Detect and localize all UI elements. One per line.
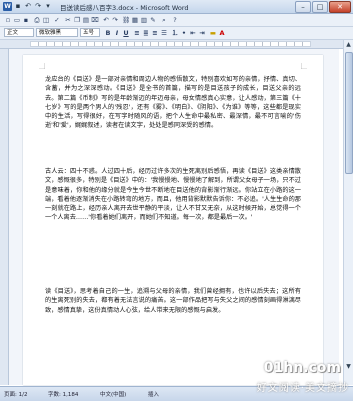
font-select[interactable]: 微软雅黑 <box>36 28 78 37</box>
bold-icon[interactable]: B <box>104 29 112 37</box>
bullets-icon[interactable]: • <box>180 29 188 37</box>
page-indicator[interactable]: 页面: 1/2 <box>4 390 27 398</box>
paragraph-3[interactable]: 读《目送》，思考着自己的一生，追溯与父母的亲情，我们曾经拥有，也许以后失去；这所… <box>45 287 301 315</box>
site-watermark: 01hn.com <box>263 360 341 376</box>
quick-access-toolbar: ▪ ↶ ↷ ▾ <box>14 2 52 10</box>
word-app-icon[interactable]: W <box>3 2 12 11</box>
align-right-icon[interactable]: ≡ <box>151 29 159 37</box>
document-page[interactable]: 龙应台的《目送》是一部对亲情和周边人物的感悟散文，特别喜欢如写的亲情，抒情、真切… <box>23 55 323 385</box>
margin-corner-mark <box>301 63 307 69</box>
numbering-icon[interactable]: ⒈ <box>171 29 179 37</box>
print-preview-icon[interactable]: ◫ <box>42 16 50 24</box>
horizontal-ruler[interactable] <box>0 40 353 49</box>
standard-toolbar: ▫ ▭ ▪ ⎙ ◫ ✓ ✂ ❐ ▤ ⌧ ↶ ↷ ⛓ ▦ ▥ ✎ ⌕ ? <box>0 14 353 27</box>
word-count[interactable]: 字数: 1,184 <box>48 390 78 398</box>
table-icon[interactable]: ▦ <box>131 16 139 24</box>
scroll-thumb[interactable] <box>345 52 353 174</box>
format-painter-icon[interactable]: ⌧ <box>91 16 99 24</box>
print-icon[interactable]: ⎙ <box>33 16 41 24</box>
margin-corner-mark <box>39 63 45 69</box>
tagline-watermark: 好文阅读·美文摘抄 <box>256 383 349 394</box>
undo-icon[interactable]: ↶ <box>24 2 32 10</box>
ruler-text-area <box>30 41 311 47</box>
italic-icon[interactable]: I <box>113 29 121 37</box>
font-size-select[interactable]: 五号 <box>80 28 100 37</box>
style-select[interactable]: 正文 <box>4 28 34 37</box>
copy-icon[interactable]: ❐ <box>73 16 81 24</box>
customize-qat-icon[interactable]: ▾ <box>44 2 52 10</box>
vertical-scrollbar[interactable]: ▲ ▼ <box>343 40 353 385</box>
insert-mode-indicator[interactable]: 插入 <box>148 390 159 398</box>
underline-icon[interactable]: U <box>122 29 130 37</box>
save-icon[interactable]: ▪ <box>14 2 22 10</box>
language-indicator[interactable]: 中文(中国) <box>100 390 126 398</box>
zoom-icon[interactable]: ⌕ <box>160 16 168 24</box>
document-area: 龙应台的《目送》是一部对亲情和周边人物的感悟散文，特别喜欢如写的亲情，抒情、真切… <box>9 49 339 385</box>
help-icon[interactable]: ? <box>171 16 179 24</box>
scroll-down-arrow-icon[interactable]: ▼ <box>344 362 353 371</box>
window-title: 目送读后感八百字3.docx - Microsoft Word <box>60 4 189 12</box>
align-center-icon[interactable]: ≣ <box>142 29 150 37</box>
window-controls: – □ ✕ <box>295 1 351 13</box>
paste-icon[interactable]: ▤ <box>82 16 90 24</box>
new-document-icon[interactable]: ▫ <box>4 16 12 24</box>
hyperlink-icon[interactable]: ⛓ <box>122 16 130 24</box>
columns-icon[interactable]: ▥ <box>140 16 148 24</box>
drawing-icon[interactable]: ✎ <box>149 16 157 24</box>
cut-icon[interactable]: ✂ <box>64 16 72 24</box>
maximize-button[interactable]: □ <box>312 1 328 13</box>
open-folder-icon[interactable]: ▭ <box>13 16 21 24</box>
formatting-toolbar: 正文 微软雅黑 五号 B I U ≡ ≣ ≡ ☰ ⒈ • ⇤ ⇥ ▬ A <box>0 27 353 40</box>
decrease-indent-icon[interactable]: ⇤ <box>189 29 197 37</box>
highlight-icon[interactable]: ▬ <box>209 29 217 37</box>
undo-icon[interactable]: ↶ <box>102 16 110 24</box>
paragraph-2[interactable]: 古人云：四十不惑。人过四十后，经历过许多次的生死离别后感悟，再读《目送》这类亲情… <box>45 167 301 223</box>
increase-indent-icon[interactable]: ⇥ <box>198 29 206 37</box>
align-left-icon[interactable]: ≡ <box>133 29 141 37</box>
font-color-icon[interactable]: A <box>218 29 226 37</box>
vertical-ruler[interactable] <box>0 49 9 385</box>
spelling-icon[interactable]: ✓ <box>53 16 61 24</box>
justify-icon[interactable]: ☰ <box>160 29 168 37</box>
scroll-up-arrow-icon[interactable]: ▲ <box>344 40 353 49</box>
title-bar: W ▪ ↶ ↷ ▾ 目送读后感八百字3.docx - Microsoft Wor… <box>0 0 353 14</box>
paragraph-1[interactable]: 龙应台的《目送》是一部对亲情和周边人物的感悟散文，特别喜欢如写的亲情，抒情、真切… <box>45 75 301 131</box>
close-button[interactable]: ✕ <box>329 1 351 13</box>
minimize-button[interactable]: – <box>295 1 311 13</box>
redo-icon[interactable]: ↷ <box>34 2 42 10</box>
save-icon[interactable]: ▪ <box>22 16 30 24</box>
redo-icon[interactable]: ↷ <box>111 16 119 24</box>
